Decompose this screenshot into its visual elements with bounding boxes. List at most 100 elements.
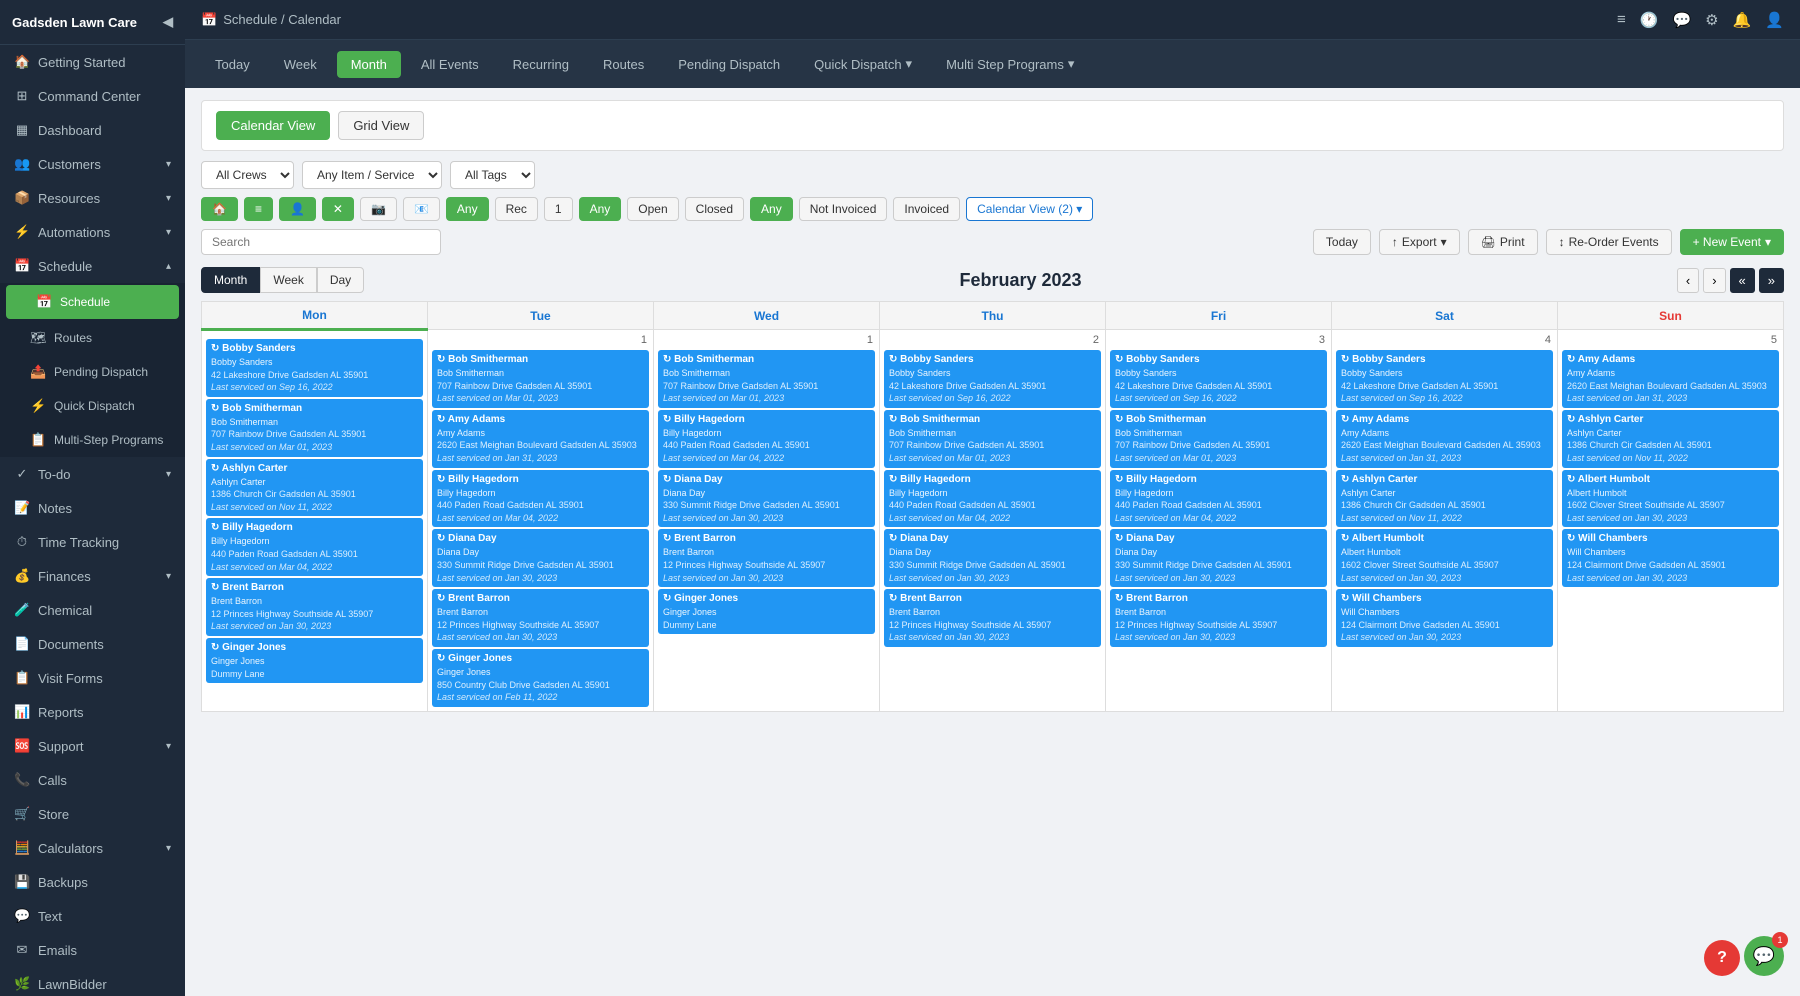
sidebar-item-schedule-sub[interactable]: 📅 Schedule	[6, 285, 179, 319]
search-input[interactable]	[201, 229, 441, 255]
event-card[interactable]: ↻ Billy HagedornBilly Hagedorn440 Paden …	[206, 518, 423, 576]
event-card[interactable]: ↻ Diana DayDiana Day330 Summit Ridge Dri…	[432, 529, 649, 587]
event-card[interactable]: ↻ Ginger JonesGinger JonesDummy Lane	[206, 638, 423, 683]
event-card[interactable]: ↻ Ashlyn CarterAshlyn Carter1386 Church …	[1336, 470, 1553, 528]
sidebar-item-calls[interactable]: 📞 Calls	[0, 763, 185, 797]
sidebar-item-chemical[interactable]: 🧪 Chemical	[0, 593, 185, 627]
sidebar-item-pending-dispatch[interactable]: 📤 Pending Dispatch	[0, 355, 185, 389]
event-card[interactable]: ↻ Billy HagedornBilly Hagedorn440 Paden …	[1110, 470, 1327, 528]
gear-icon[interactable]: ⚙	[1705, 11, 1718, 29]
cal-next-btn[interactable]: ›	[1703, 268, 1725, 293]
clock-icon[interactable]: 🕐	[1640, 11, 1659, 29]
sidebar-item-calculators[interactable]: 🧮 Calculators ▾	[0, 831, 185, 865]
event-card[interactable]: ↻ Amy AdamsAmy Adams2620 East Meighan Bo…	[1336, 410, 1553, 468]
grid-view-button[interactable]: Grid View	[338, 111, 424, 140]
event-card[interactable]: ↻ Bobby SandersBobby Sanders42 Lakeshore…	[1336, 350, 1553, 408]
sidebar-item-quick-dispatch[interactable]: ⚡ Quick Dispatch	[0, 389, 185, 423]
event-card[interactable]: ↻ Bob SmithermanBob Smitherman707 Rainbo…	[432, 350, 649, 408]
event-card[interactable]: ↻ Bobby SandersBobby Sanders42 Lakeshore…	[1110, 350, 1327, 408]
event-card[interactable]: ↻ Amy AdamsAmy Adams2620 East Meighan Bo…	[1562, 350, 1779, 408]
today-button[interactable]: Today	[1313, 229, 1371, 255]
sidebar-item-text[interactable]: 💬 Text	[0, 899, 185, 933]
event-card[interactable]: ↻ Bob SmithermanBob Smitherman707 Rainbo…	[658, 350, 875, 408]
event-card[interactable]: ↻ Bob SmithermanBob Smitherman707 Rainbo…	[1110, 410, 1327, 468]
filter-any2-btn[interactable]: Any	[579, 197, 622, 221]
comment-icon[interactable]: 💬	[1672, 11, 1691, 29]
sidebar-item-backups[interactable]: 💾 Backups	[0, 865, 185, 899]
filter-rec-btn[interactable]: Rec	[495, 197, 538, 221]
item-service-filter[interactable]: Any Item / Service	[302, 161, 442, 189]
sidebar-item-to-do[interactable]: ✓ To-do ▾	[0, 457, 185, 491]
filter-open-btn[interactable]: Open	[627, 197, 678, 221]
cal-prev-month-btn[interactable]: «	[1730, 268, 1755, 293]
filter-invoiced-btn[interactable]: Invoiced	[893, 197, 960, 221]
event-card[interactable]: ↻ Billy HagedornBilly Hagedorn440 Paden …	[432, 470, 649, 528]
print-button[interactable]: 🖨 Print	[1468, 229, 1538, 255]
sidebar-item-documents[interactable]: 📄 Documents	[0, 627, 185, 661]
new-event-button[interactable]: + New Event ▾	[1680, 229, 1784, 255]
user-icon[interactable]: 👤	[1765, 11, 1784, 29]
sidebar-item-lawnbidder[interactable]: 🌿 LawnBidder	[0, 967, 185, 996]
filter-clear-btn[interactable]: ✕	[322, 197, 354, 221]
export-button[interactable]: ↑ Export ▾	[1379, 229, 1460, 255]
tab-all-events[interactable]: All Events	[407, 51, 493, 78]
event-card[interactable]: ↻ Bobby SandersBobby Sanders42 Lakeshore…	[884, 350, 1101, 408]
filter-camera-btn[interactable]: 📷	[360, 197, 397, 221]
tab-today[interactable]: Today	[201, 51, 264, 78]
filter-closed-btn[interactable]: Closed	[685, 197, 744, 221]
event-card[interactable]: ↻ Billy HagedornBilly Hagedorn440 Paden …	[658, 410, 875, 468]
tab-month[interactable]: Month	[337, 51, 401, 78]
event-card[interactable]: ↻ Ashlyn CarterAshlyn Carter1386 Church …	[1562, 410, 1779, 468]
sidebar-item-reports[interactable]: 📊 Reports	[0, 695, 185, 729]
bell-icon[interactable]: 🔔	[1733, 11, 1752, 29]
help-button[interactable]: ?	[1704, 940, 1740, 976]
calendar-view-button[interactable]: Calendar View	[216, 111, 330, 140]
sidebar-item-customers[interactable]: 👥 Customers ▾	[0, 147, 185, 181]
list-icon[interactable]: ≡	[1617, 11, 1626, 28]
filter-home-btn[interactable]: 🏠	[201, 197, 238, 221]
event-card[interactable]: ↻ Ashlyn CarterAshlyn Carter1386 Church …	[206, 459, 423, 517]
tab-multi-step[interactable]: Multi Step Programs ▾	[932, 50, 1088, 78]
reorder-button[interactable]: ↕ Re-Order Events	[1546, 229, 1672, 255]
tab-quick-dispatch[interactable]: Quick Dispatch ▾	[800, 50, 926, 78]
filter-any3-btn[interactable]: Any	[750, 197, 793, 221]
filter-email-btn[interactable]: 📧	[403, 197, 440, 221]
filter-user-btn[interactable]: 👤	[279, 197, 316, 221]
sidebar-item-dashboard[interactable]: ▦ Dashboard	[0, 113, 185, 147]
event-card[interactable]: ↻ Ginger JonesGinger JonesDummy Lane	[658, 589, 875, 634]
event-card[interactable]: ↻ Ginger JonesGinger Jones850 Country Cl…	[432, 649, 649, 707]
event-card[interactable]: ↻ Brent BarronBrent Barron12 Princes Hig…	[1110, 589, 1327, 647]
sidebar-item-resources[interactable]: 📦 Resources ▾	[0, 181, 185, 215]
sidebar-item-emails[interactable]: ✉ Emails	[0, 933, 185, 967]
tags-filter[interactable]: All Tags	[450, 161, 535, 189]
event-card[interactable]: ↻ Bob SmithermanBob Smitherman707 Rainbo…	[884, 410, 1101, 468]
sidebar-item-routes[interactable]: 🗺 Routes	[0, 321, 185, 355]
sidebar-item-command-center[interactable]: ⊞ Command Center	[0, 79, 185, 113]
event-card[interactable]: ↻ Albert HumboltAlbert Humbolt1602 Clove…	[1562, 470, 1779, 528]
event-card[interactable]: ↻ Brent BarronBrent Barron12 Princes Hig…	[206, 578, 423, 636]
filter-list-btn[interactable]: ≡	[244, 197, 273, 221]
tab-pending-dispatch[interactable]: Pending Dispatch	[664, 51, 794, 78]
event-card[interactable]: ↻ Will ChambersWill Chambers124 Clairmon…	[1336, 589, 1553, 647]
event-card[interactable]: ↻ Amy AdamsAmy Adams2620 East Meighan Bo…	[432, 410, 649, 468]
event-card[interactable]: ↻ Bobby SandersBobby Sanders42 Lakeshore…	[206, 339, 423, 397]
event-card[interactable]: ↻ Bob SmithermanBob Smitherman707 Rainbo…	[206, 399, 423, 457]
sidebar-item-visit-forms[interactable]: 📋 Visit Forms	[0, 661, 185, 695]
event-card[interactable]: ↻ Will ChambersWill Chambers124 Clairmon…	[1562, 529, 1779, 587]
event-card[interactable]: ↻ Brent BarronBrent Barron12 Princes Hig…	[884, 589, 1101, 647]
sidebar-item-automations[interactable]: ⚡ Automations ▾	[0, 215, 185, 249]
event-card[interactable]: ↻ Brent BarronBrent Barron12 Princes Hig…	[658, 529, 875, 587]
filter-any1-btn[interactable]: Any	[446, 197, 489, 221]
event-card[interactable]: ↻ Brent BarronBrent Barron12 Princes Hig…	[432, 589, 649, 647]
sidebar-item-support[interactable]: 🆘 Support ▾	[0, 729, 185, 763]
cal-prev-btn[interactable]: ‹	[1677, 268, 1699, 293]
cal-tab-month[interactable]: Month	[201, 267, 260, 293]
cal-tab-week[interactable]: Week	[260, 267, 316, 293]
sidebar-item-schedule[interactable]: 📅 Schedule ▴	[0, 249, 185, 283]
sidebar-item-time-tracking[interactable]: ⏱ Time Tracking	[0, 525, 185, 559]
sidebar-collapse-button[interactable]: ◀	[163, 14, 173, 30]
sidebar-item-getting-started[interactable]: 🏠 Getting Started	[0, 45, 185, 79]
calendar-view-select[interactable]: Calendar View (2) ▾	[966, 197, 1093, 221]
sidebar-item-notes[interactable]: 📝 Notes	[0, 491, 185, 525]
filter-not-invoiced-btn[interactable]: Not Invoiced	[799, 197, 888, 221]
